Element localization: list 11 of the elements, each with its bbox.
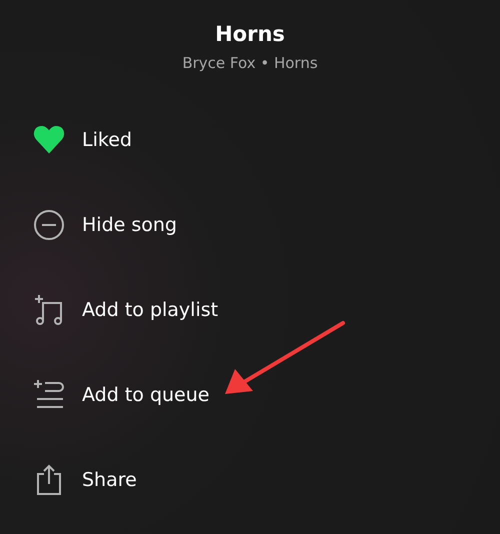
song-subtitle: Bryce Fox • Horns <box>182 54 318 72</box>
add-playlist-icon[interactable] <box>33 294 65 326</box>
menu-item-label[interactable]: Share <box>82 469 137 491</box>
add-queue-icon[interactable] <box>33 379 65 411</box>
menu-item-label[interactable]: Add to queue <box>82 384 210 406</box>
menu-item-label[interactable]: Hide song <box>82 214 177 236</box>
song-title: Horns <box>215 22 285 46</box>
menu-item-label[interactable]: Add to playlist <box>82 299 218 321</box>
menu-item-label[interactable]: Liked <box>82 129 132 151</box>
minus-circle-icon[interactable] <box>33 209 65 241</box>
heart-icon[interactable] <box>33 124 65 156</box>
